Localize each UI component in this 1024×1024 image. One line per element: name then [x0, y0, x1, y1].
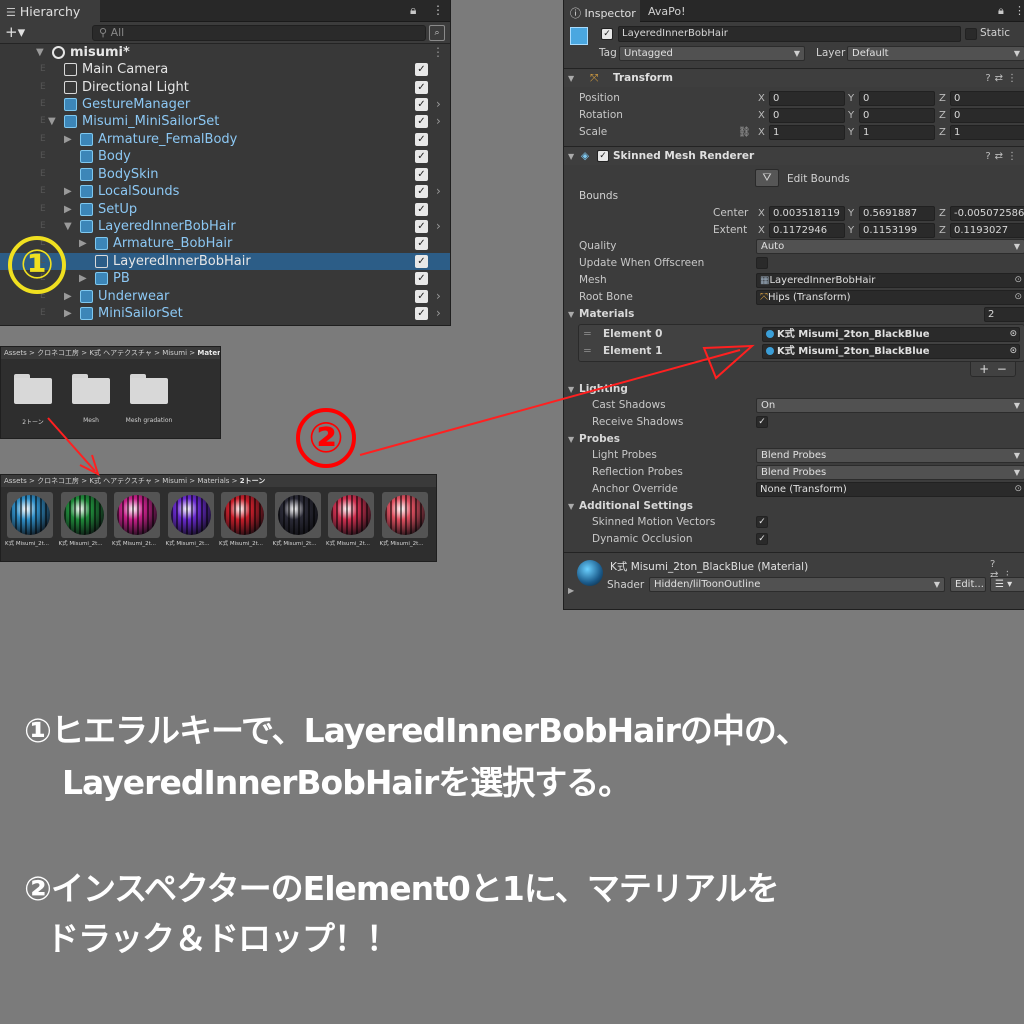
- instruction-line-1a: ①ヒエラルキーで、LayeredInnerBobHairの中の、: [24, 711, 809, 750]
- materials-to-elements-arrow: [359, 349, 741, 456]
- step-two-marker: ②: [296, 408, 356, 468]
- folder-to-materials-arrow: [47, 417, 96, 472]
- step-one-marker: ①: [8, 236, 66, 294]
- arrow-head: [702, 344, 755, 380]
- instruction-line-1b: LayeredInnerBobHairを選択する。: [62, 763, 631, 802]
- instruction-line-2b: ドラック＆ドロップ！！: [46, 919, 399, 958]
- instruction-line-2a: ②インスペクターのElement0と1に、マテリアルを: [24, 869, 780, 908]
